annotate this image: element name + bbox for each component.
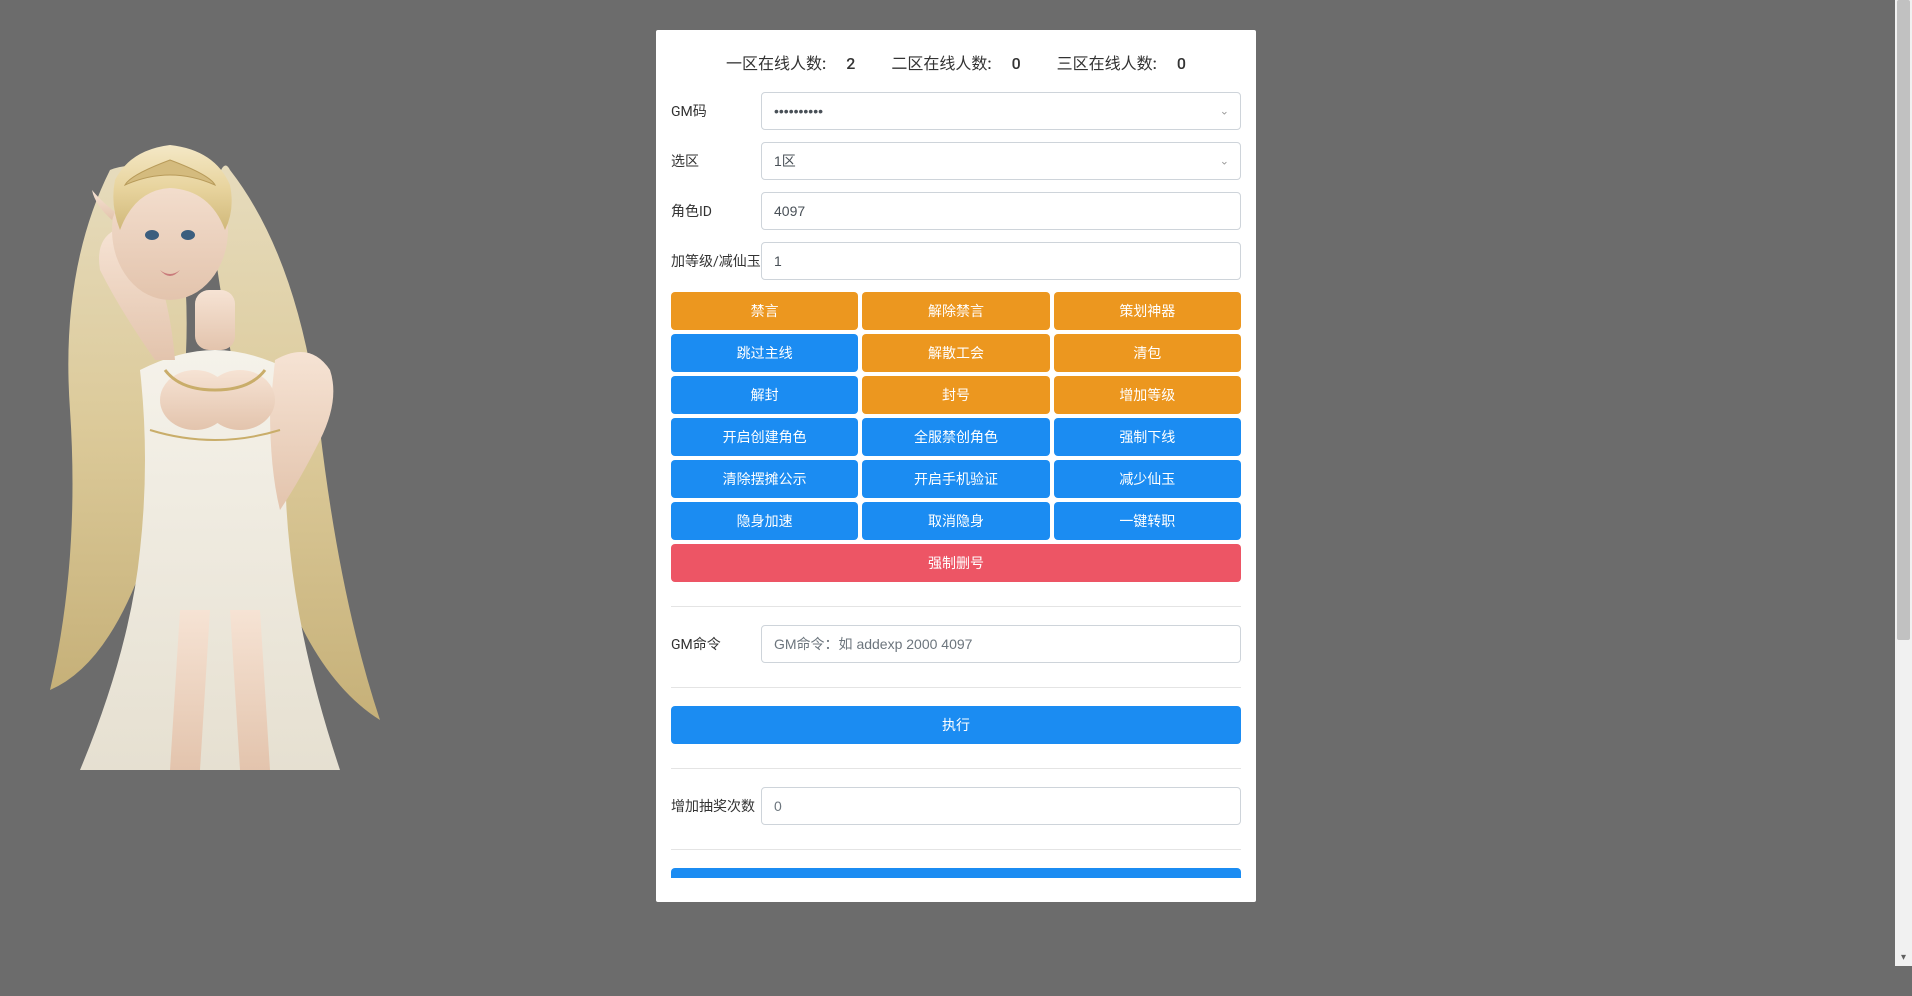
zone-select[interactable] xyxy=(761,142,1241,180)
gm-code-label: GM码 xyxy=(671,101,761,121)
role-id-input[interactable] xyxy=(761,192,1241,230)
unmute-button[interactable]: 解除禁言 xyxy=(862,292,1049,330)
draw-count-label: 增加抽奖次数 xyxy=(671,796,761,816)
zone-label: 选区 xyxy=(671,151,761,171)
action-button-grid: 禁言 解除禁言 策划神器 跳过主线 解散工会 清包 解封 封号 增加等级 开启创… xyxy=(656,292,1256,582)
scrollbar-thumb[interactable] xyxy=(1897,0,1910,640)
online-counts-header: 一区在线人数: 2 二区在线人数: 0 三区在线人数: 0 xyxy=(656,50,1256,74)
force-offline-button[interactable]: 强制下线 xyxy=(1054,418,1241,456)
disband-guild-button[interactable]: 解散工会 xyxy=(862,334,1049,372)
scrollbar[interactable]: ▴ ▾ xyxy=(1895,0,1912,966)
stealth-speed-button[interactable]: 隐身加速 xyxy=(671,502,858,540)
gm-command-input[interactable] xyxy=(761,625,1241,663)
one-click-job-change-button[interactable]: 一键转职 xyxy=(1054,502,1241,540)
clear-stall-notice-button[interactable]: 清除摆摊公示 xyxy=(671,460,858,498)
level-label: 加等级/减仙玉 xyxy=(671,251,761,271)
divider xyxy=(671,606,1241,607)
cancel-stealth-button[interactable]: 取消隐身 xyxy=(862,502,1049,540)
gm-command-label: GM命令 xyxy=(671,634,761,654)
gm-code-input[interactable] xyxy=(761,92,1241,130)
divider xyxy=(671,768,1241,769)
reduce-xianyu-button[interactable]: 减少仙玉 xyxy=(1054,460,1241,498)
skip-main-quest-button[interactable]: 跳过主线 xyxy=(671,334,858,372)
admin-panel: 一区在线人数: 2 二区在线人数: 0 三区在线人数: 0 GM码 ⌄ 选区 ⌄… xyxy=(656,30,1256,902)
enable-phone-verify-button[interactable]: 开启手机验证 xyxy=(862,460,1049,498)
planner-artifact-button[interactable]: 策划神器 xyxy=(1054,292,1241,330)
ban-button[interactable]: 封号 xyxy=(862,376,1049,414)
mute-button[interactable]: 禁言 xyxy=(671,292,858,330)
enable-create-role-button[interactable]: 开启创建角色 xyxy=(671,418,858,456)
partial-button[interactable] xyxy=(671,868,1241,878)
add-level-button[interactable]: 增加等级 xyxy=(1054,376,1241,414)
execute-button[interactable]: 执行 xyxy=(671,706,1241,744)
clear-bag-button[interactable]: 清包 xyxy=(1054,334,1241,372)
role-id-label: 角色ID xyxy=(671,201,761,221)
scroll-down-icon[interactable]: ▾ xyxy=(1895,949,1912,966)
unban-button[interactable]: 解封 xyxy=(671,376,858,414)
divider xyxy=(671,849,1241,850)
level-input[interactable] xyxy=(761,242,1241,280)
force-delete-account-button[interactable]: 强制删号 xyxy=(671,544,1241,582)
character-illustration xyxy=(0,110,420,790)
draw-count-input[interactable] xyxy=(761,787,1241,825)
divider xyxy=(671,687,1241,688)
disable-create-role-button[interactable]: 全服禁创角色 xyxy=(862,418,1049,456)
